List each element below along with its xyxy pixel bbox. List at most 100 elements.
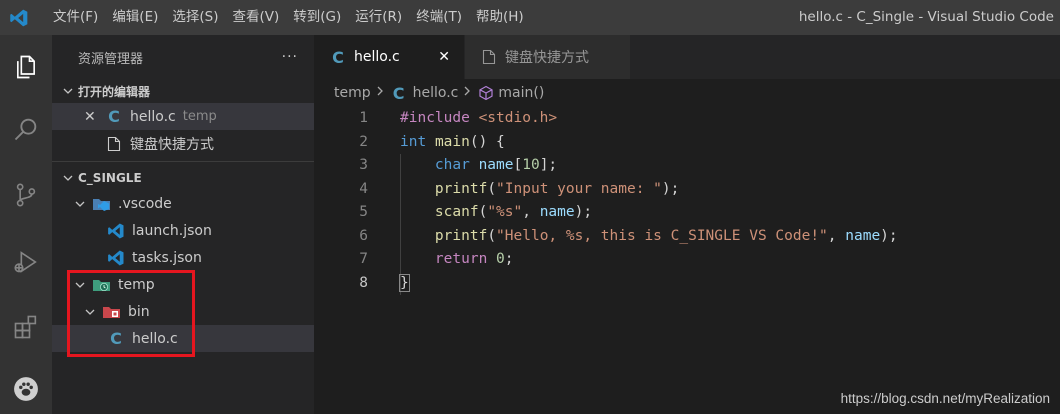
explorer-icon[interactable] xyxy=(0,43,52,91)
menu-go[interactable]: 转到(G) xyxy=(286,0,348,35)
token-string: "%s" xyxy=(487,204,523,220)
code-line-7: 7 return 0; xyxy=(314,248,1060,272)
tree-item-label: launch.json xyxy=(132,222,212,239)
token-punct: , xyxy=(522,204,540,220)
token-punct: , xyxy=(827,227,846,244)
menu-edit[interactable]: 编辑(E) xyxy=(105,0,165,35)
token-function: scanf xyxy=(434,204,479,220)
code-line-5: 5 scanf("%s", name); xyxy=(314,201,1060,225)
line-number-current: 8 xyxy=(359,274,368,291)
activity-bar xyxy=(0,35,52,414)
tree-item-launch-json[interactable]: launch.json xyxy=(52,217,314,244)
code-line-4: 4 printf("Input your name: "); xyxy=(314,178,1060,202)
token-brace: } xyxy=(399,273,410,292)
vscode-json-icon xyxy=(106,248,126,268)
tab-hello-c[interactable]: C hello.c ✕ xyxy=(314,35,464,79)
tree-item-label: hello.c xyxy=(132,330,178,347)
open-editors-section-header[interactable]: 打开的编辑器 xyxy=(52,79,314,103)
explorer-title: 资源管理器 xyxy=(78,51,144,67)
token-include-path: <stdio.h> xyxy=(478,110,558,126)
token-punct: ; xyxy=(504,251,514,267)
chevron-down-icon xyxy=(60,85,76,97)
menu-file[interactable]: 文件(F) xyxy=(46,0,105,35)
menu-terminal[interactable]: 终端(T) xyxy=(409,0,469,35)
close-icon[interactable]: ✕ xyxy=(84,109,104,125)
code-line-6: 6 printf("Hello, %s, this is C_SINGLE VS… xyxy=(314,225,1060,249)
line-number: 1 xyxy=(359,110,368,126)
line-number: 5 xyxy=(359,204,368,220)
token-punct: ]; xyxy=(539,157,558,173)
code-line-3: 3 char name[10]; xyxy=(314,154,1060,178)
chevron-down-icon xyxy=(82,306,98,318)
token-punct: ); xyxy=(880,227,898,244)
watermark-url: https://blog.csdn.net/myRealization xyxy=(840,391,1050,406)
vscode-json-icon xyxy=(106,221,126,241)
code-text: return 0; xyxy=(400,248,514,272)
window-title: hello.c - C_Single - Visual Studio Code xyxy=(798,9,1054,25)
c-file-icon: C xyxy=(110,329,122,348)
code-line-8: 8 } xyxy=(314,272,1060,296)
tree-item-label: .vscode xyxy=(118,195,172,212)
tree-item-temp-folder[interactable]: temp xyxy=(52,271,314,298)
tab-keyboard-shortcuts[interactable]: 键盘快捷方式 xyxy=(464,35,630,79)
run-debug-icon[interactable] xyxy=(0,238,52,286)
source-control-icon[interactable] xyxy=(0,171,52,219)
code-text: int main() { xyxy=(400,131,505,155)
workspace-label: C_SINGLE xyxy=(78,171,142,185)
token-variable: name xyxy=(845,227,881,244)
symbol-method-icon xyxy=(476,83,496,103)
token-variable: name xyxy=(539,204,575,220)
explorer-sidebar: 资源管理器 ··· 打开的编辑器 ✕ C hello.c temp 键盘快捷方式… xyxy=(52,35,314,414)
token-number: 0 xyxy=(496,251,505,267)
token-function: printf xyxy=(434,180,488,197)
paw-icon[interactable] xyxy=(0,365,52,413)
open-editor-item-keyboard-shortcuts[interactable]: 键盘快捷方式 xyxy=(52,130,314,157)
line-number: 2 xyxy=(359,133,368,150)
token-punct: ( xyxy=(487,227,497,244)
token-type: int xyxy=(400,133,427,150)
breadcrumb-file[interactable]: hello.c xyxy=(413,85,459,101)
line-number: 6 xyxy=(359,227,368,244)
token-number: 10 xyxy=(522,157,540,173)
open-editors-label: 打开的编辑器 xyxy=(78,84,151,99)
token-string: "Input your name: " xyxy=(496,180,662,197)
tree-item-tasks-json[interactable]: tasks.json xyxy=(52,244,314,271)
code-line-2: 2 int main() { xyxy=(314,131,1060,155)
tree-item-bin-folder[interactable]: bin xyxy=(52,298,314,325)
token-variable: name xyxy=(478,157,514,173)
menu-selection[interactable]: 选择(S) xyxy=(165,0,225,35)
open-editor-filename: 键盘快捷方式 xyxy=(130,136,214,153)
c-file-icon: C xyxy=(332,47,344,67)
more-actions-icon[interactable]: ··· xyxy=(282,49,298,65)
code-text: } xyxy=(399,272,410,296)
tree-item-vscode-folder[interactable]: .vscode xyxy=(52,190,314,217)
breadcrumb: temp C hello.c main() xyxy=(314,79,1060,107)
extensions-icon[interactable] xyxy=(0,303,52,351)
code-line-1: 1 #include <stdio.h> xyxy=(314,107,1060,131)
token-punct: () { xyxy=(469,133,505,150)
code-text: #include <stdio.h> xyxy=(400,107,557,131)
chevron-right-icon xyxy=(462,85,472,101)
workspace-section-header[interactable]: C_SINGLE xyxy=(52,166,314,190)
tab-label: hello.c xyxy=(354,49,400,65)
tree-item-hello-c[interactable]: C hello.c xyxy=(52,325,314,352)
vscode-logo-icon xyxy=(4,0,34,35)
token-function: main xyxy=(434,133,470,150)
breadcrumb-folder[interactable]: temp xyxy=(334,85,371,101)
open-editor-item-hello-c[interactable]: ✕ C hello.c temp xyxy=(52,103,314,130)
menu-view[interactable]: 查看(V) xyxy=(226,0,287,35)
code-editor[interactable]: 1 #include <stdio.h> 2 int main() { 3 ch… xyxy=(314,107,1060,414)
breadcrumb-symbol[interactable]: main() xyxy=(498,85,544,101)
menu-run[interactable]: 运行(R) xyxy=(348,0,409,35)
token-punct: ); xyxy=(661,180,680,197)
section-divider xyxy=(52,161,314,162)
menu-help[interactable]: 帮助(H) xyxy=(469,0,531,35)
close-icon[interactable]: ✕ xyxy=(438,49,450,65)
code-text: char name[10]; xyxy=(400,154,557,178)
line-number: 4 xyxy=(359,180,368,197)
editor-tabs: C hello.c ✕ 键盘快捷方式 xyxy=(314,35,1060,79)
line-number: 7 xyxy=(359,251,368,267)
search-icon[interactable] xyxy=(0,105,52,153)
explorer-header: 资源管理器 ··· xyxy=(52,35,314,79)
chevron-down-icon xyxy=(72,198,88,210)
